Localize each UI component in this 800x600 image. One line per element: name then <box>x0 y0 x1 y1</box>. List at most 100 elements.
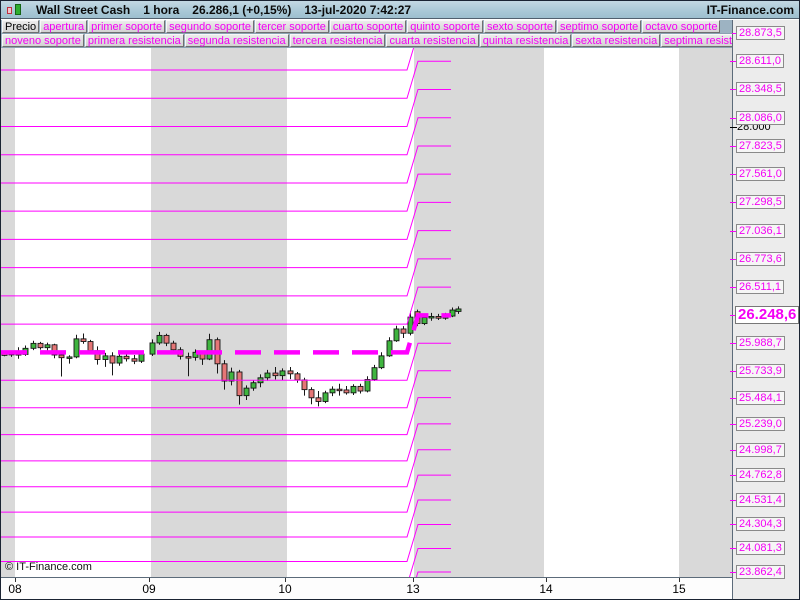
candle <box>329 386 336 397</box>
indicator-chip-primera-resistencia[interactable]: primera resistencia <box>84 34 184 47</box>
candle <box>44 342 51 351</box>
pivot-level-label: 25.733,9 <box>736 364 785 378</box>
pivot-level-line <box>1 397 451 436</box>
candle <box>58 352 65 377</box>
pivot-level-label: 28.086,0 <box>736 111 785 125</box>
candle <box>163 333 170 347</box>
indicator-chip-segunda-resistencia[interactable]: segunda resistencia <box>184 34 289 47</box>
indicator-chip-tercer-soporte[interactable]: tercer soporte <box>255 20 329 33</box>
candle <box>228 367 235 386</box>
indicator-chip-quinta-resistencia[interactable]: quinta resistencia <box>479 34 572 47</box>
timeframe-label: 1 hora <box>143 2 180 17</box>
candle <box>287 367 294 380</box>
pivot-level-line <box>1 117 451 156</box>
candle <box>350 384 357 395</box>
pivot-level-label: 27.036,1 <box>736 224 785 238</box>
candle <box>455 306 462 314</box>
indicator-chip-octavo-soporte[interactable]: octavo soporte <box>642 20 721 33</box>
candle <box>257 374 264 388</box>
pivot-level-label: 25.484,1 <box>736 391 785 405</box>
candle <box>156 331 163 345</box>
indicator-chip-cuarto-soporte[interactable]: cuarto soporte <box>329 20 407 33</box>
indicator-chip-sexto-soporte[interactable]: sexto soporte <box>483 20 557 33</box>
candle <box>149 339 156 357</box>
pivot-level-label: 24.762,8 <box>736 468 785 482</box>
pivot-level-label: 23.862,4 <box>736 565 785 579</box>
legend-row-1: Precio apertura primer soporte segundo sopo… <box>1 20 732 34</box>
candle <box>357 383 364 394</box>
indicator-chip-septimo-soporte[interactable]: septimo soporte <box>557 20 642 33</box>
indicator-chip-sexta-resistencia[interactable]: sexta resistencia <box>572 34 661 47</box>
quote-datetime: 13-jul-2020 7:42:27 <box>304 2 412 17</box>
time-axis-label: 14 <box>539 582 553 596</box>
pivot-level-label: 27.298,5 <box>736 195 785 209</box>
pivot-level-label: 26.773,6 <box>736 252 785 266</box>
pivot-level-line <box>1 523 451 562</box>
price-axis[interactable]: 28.000 28.873,5 28.611,0 28.348,5 28.086,0 27… <box>730 20 799 599</box>
pivot-level-label: 25.988,7 <box>736 336 785 350</box>
pivot-level-label: 24.531,4 <box>736 493 785 507</box>
price-chart-canvas[interactable] <box>1 20 732 577</box>
candle <box>322 390 329 404</box>
candle <box>66 355 73 364</box>
candlestick-chart-icon <box>6 2 23 17</box>
candle <box>308 387 315 405</box>
pivot-level-line <box>1 258 451 297</box>
pivot-level-line <box>1 173 451 212</box>
legend-row-2: noveno soporte primera resistencia segunda… <box>1 34 732 48</box>
candle <box>264 369 271 381</box>
pivot-level-line <box>1 474 451 513</box>
candle <box>236 369 243 405</box>
pivot-level-label: 27.561,0 <box>736 167 785 181</box>
time-axis-label: 09 <box>142 582 156 596</box>
indicator-legend: Precio apertura primer soporte segundo sopo… <box>1 20 732 48</box>
time-axis-label: 15 <box>672 582 686 596</box>
time-axis-label: 13 <box>406 582 420 596</box>
pivot-level-label: 28.873,5 <box>736 26 785 40</box>
indicator-chip-apertura[interactable]: apertura <box>40 20 88 33</box>
candle <box>221 360 228 390</box>
candle <box>371 364 378 382</box>
candle <box>131 354 138 365</box>
candle <box>206 333 213 361</box>
indicator-chip-quinto-soporte[interactable]: quinto soporte <box>407 20 483 33</box>
time-axis-label: 08 <box>8 582 22 596</box>
candle <box>428 312 435 321</box>
pivot-level-line <box>1 145 451 184</box>
candle <box>250 379 257 391</box>
candle <box>214 337 221 374</box>
opening-price-line <box>1 313 451 355</box>
indicator-chip-noveno-soporte[interactable]: noveno soporte <box>2 34 84 47</box>
pivot-level-label: 24.998,7 <box>736 443 785 457</box>
indicator-chip-septima-resistencia[interactable]: septima resistencia <box>661 34 732 47</box>
pivot-level-line <box>1 499 451 538</box>
candle <box>94 346 101 365</box>
candle <box>102 352 109 367</box>
indicator-chip-precio[interactable]: Precio <box>2 20 40 33</box>
pivot-level-line <box>1 230 451 269</box>
chart-region: Precio apertura primer soporte segundo sopo… <box>1 20 799 599</box>
indicator-chip-cuarta-resistencia[interactable]: cuarta resistencia <box>386 34 479 47</box>
last-quote: 26.286,1 (+0,15%) <box>192 2 292 17</box>
candle <box>272 367 279 380</box>
candle <box>109 352 116 376</box>
time-axis[interactable]: 08 09 10 13 14 15 <box>1 577 732 599</box>
indicator-chip-primer-soporte[interactable]: primer soporte <box>88 20 166 33</box>
copyright-label: © IT-Finance.com <box>5 561 92 573</box>
axis-tick <box>730 127 737 128</box>
indicator-chip-tercera-resistencia[interactable]: tercera resistencia <box>289 34 386 47</box>
candle <box>30 340 37 351</box>
candle <box>315 391 322 407</box>
pivot-level-label: 26.511,1 <box>736 280 785 294</box>
pivot-level-line <box>1 88 451 127</box>
time-axis-label: 10 <box>278 582 292 596</box>
app-window: Wall Street Cash 1 hora 26.286,1 (+0,15%… <box>0 0 800 600</box>
indicator-chip-segundo-soporte[interactable]: segundo soporte <box>166 20 255 33</box>
pivot-level-line <box>1 449 451 488</box>
candle <box>336 383 343 396</box>
candle <box>37 341 44 350</box>
plot-area[interactable]: Precio apertura primer soporte segundo sopo… <box>1 20 732 577</box>
title-bar: Wall Street Cash 1 hora 26.286,1 (+0,15%… <box>1 1 799 19</box>
symbol-name: Wall Street Cash <box>36 2 131 17</box>
brand-label: IT-Finance.com <box>706 2 794 17</box>
